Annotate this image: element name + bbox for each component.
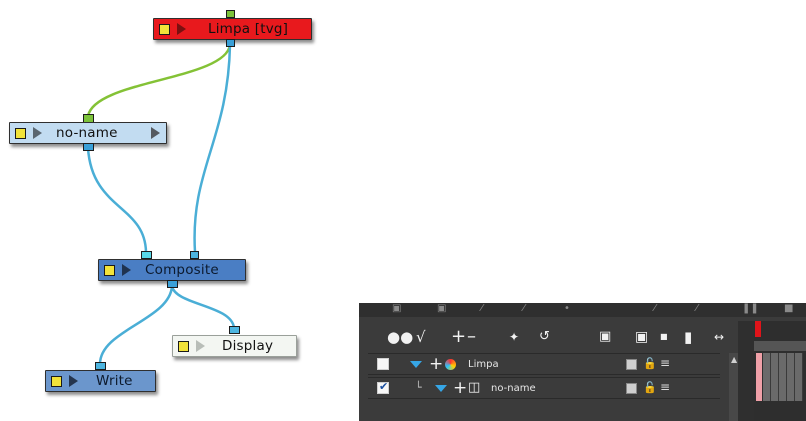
toolbar-overflow-icon: ▣ [392, 303, 402, 314]
node-expand-icon[interactable] [122, 264, 131, 276]
node-label: Limpa [tvg] [208, 21, 289, 37]
wire-limpa-to-noname [86, 44, 232, 117]
node-label: no-name [56, 125, 118, 141]
limpa-input-port[interactable] [226, 10, 235, 18]
layer-name[interactable]: no-name [491, 383, 536, 394]
noname-output-port[interactable] [83, 143, 94, 151]
lock-icon[interactable]: 🔓 [643, 357, 657, 370]
add-effect-icon[interactable]: ✦ [509, 327, 519, 347]
show-all-icon[interactable]: ▣ [599, 327, 611, 347]
stop-icon: ■ [784, 303, 794, 314]
layer-expand-icon[interactable] [435, 385, 447, 392]
limpa-output-port[interactable] [226, 39, 235, 47]
layer-color-swatch[interactable] [626, 359, 637, 370]
layer-visibility-checkbox[interactable] [377, 380, 389, 394]
layer-color-swatch[interactable] [626, 383, 637, 394]
node-no-name[interactable]: no-name [9, 122, 167, 144]
layer-indent-icon: └ [415, 381, 422, 394]
add-child-icon[interactable]: + [453, 378, 467, 398]
scroll-up-icon[interactable]: ▲ [731, 355, 737, 364]
node-enable-toggle[interactable] [15, 127, 26, 139]
wire-noname-to-composite [86, 147, 148, 253]
drawing-layer-icon [445, 359, 456, 370]
node-label: Display [222, 338, 274, 354]
add-peg-icon[interactable]: ↺ [539, 327, 550, 347]
timeline-toolbar: ●● √ + – ✦ ↺ ▣ ▣ ■ ▮ ↔ [359, 321, 754, 353]
node-display[interactable]: Display [172, 335, 297, 357]
node-limpa[interactable]: Limpa [tvg] [153, 18, 312, 40]
layer-visibility-checkbox[interactable] [377, 358, 389, 370]
frame-cell[interactable] [779, 353, 787, 401]
node-enable-toggle[interactable] [51, 375, 62, 387]
keyframe-icon: ⁄ [481, 303, 483, 314]
panel-divider[interactable] [738, 321, 754, 421]
dot-icon: • [564, 303, 570, 314]
onion-skin-icon[interactable]: ●● [387, 327, 413, 347]
layer-name[interactable]: Limpa [468, 359, 499, 370]
layer-stack-icon[interactable]: ≡ [660, 380, 670, 394]
pause-icon: ❚❚ [742, 303, 759, 314]
expand-icon[interactable]: ▮ [684, 327, 692, 347]
frame-ruler[interactable] [754, 341, 806, 351]
frame-cell[interactable] [787, 353, 795, 401]
node-enable-toggle[interactable] [178, 340, 189, 352]
composite-input-port-2[interactable] [190, 251, 199, 259]
keyframe-icon: ⁄ [696, 303, 698, 314]
node-enable-toggle[interactable] [104, 264, 115, 276]
current-frame-cell[interactable] [756, 353, 762, 401]
wire-composite-to-write [98, 285, 174, 365]
lock-all-icon[interactable]: ▣ [635, 327, 648, 347]
node-composite[interactable]: Composite [98, 259, 246, 281]
node-write[interactable]: Write [45, 370, 156, 392]
layer-row-no-name[interactable]: └ + ◫ no-name 🔓 ≡ [368, 377, 720, 399]
split-icon[interactable]: ↔ [714, 327, 724, 347]
display-input-port[interactable] [229, 326, 240, 334]
wire-composite-to-display [170, 285, 236, 329]
lock-icon[interactable]: 🔓 [643, 381, 657, 394]
node-enable-toggle[interactable] [159, 23, 170, 35]
node-expand-icon[interactable] [33, 127, 42, 139]
layer-row-limpa[interactable]: + Limpa 🔓 ≡ [368, 353, 720, 375]
write-input-port[interactable] [95, 362, 106, 370]
add-child-icon[interactable]: + [429, 354, 443, 374]
playhead[interactable] [755, 321, 761, 337]
keyframe-icon: ⁄ [654, 303, 656, 314]
timeline-tab-bar: ▣ ▣ ⁄ ⁄ • ⁄ ⁄ ❚❚ ■ [359, 303, 806, 317]
keyframe-icon: ⁄ [523, 303, 525, 314]
node-expand-icon[interactable] [196, 340, 205, 352]
node-expand-icon[interactable] [69, 375, 78, 387]
remove-layer-icon[interactable]: – [467, 327, 476, 347]
composite-output-port[interactable] [167, 280, 178, 288]
node-label: Write [96, 373, 133, 389]
node-expand-icon[interactable] [177, 23, 186, 35]
frame-cell[interactable] [795, 353, 803, 401]
wire-limpa-to-composite [193, 44, 232, 253]
onion-skin-settings-icon[interactable]: √ [416, 327, 426, 347]
composite-input-port-1[interactable] [141, 251, 152, 259]
frame-cell[interactable] [763, 353, 771, 401]
peg-layer-icon: ◫ [468, 380, 481, 395]
node-open-icon[interactable] [151, 127, 160, 139]
layer-stack-icon[interactable]: ≡ [660, 356, 670, 370]
collapse-icon[interactable]: ■ [660, 327, 668, 347]
timeline-panel: ▣ ▣ ⁄ ⁄ • ⁄ ⁄ ❚❚ ■ ●● √ + – ✦ ↺ ▣ ▣ ■ ▮ … [359, 303, 806, 421]
toolbar-overflow-icon: ▣ [437, 303, 447, 314]
frame-cell[interactable] [771, 353, 779, 401]
layer-expand-icon[interactable] [410, 361, 422, 368]
node-label: Composite [145, 262, 219, 278]
add-layer-icon[interactable]: + [451, 327, 466, 347]
